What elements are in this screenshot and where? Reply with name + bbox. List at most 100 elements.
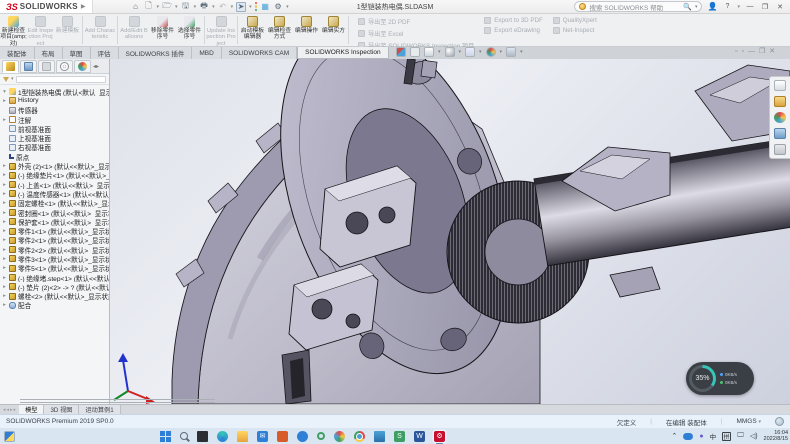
search-icon[interactable]: 🔍 [683, 3, 692, 11]
home-icon[interactable]: ⌂ [131, 2, 141, 12]
doc-restore-button[interactable]: ❐ [759, 47, 765, 55]
zoom-fit-icon[interactable] [410, 47, 420, 57]
ime-mode-icon[interactable]: 拼 [722, 432, 731, 441]
doc-minimize-button[interactable]: — [748, 48, 755, 55]
save-caret-icon[interactable]: ▾ [194, 4, 197, 10]
task-view-icon[interactable] [197, 431, 208, 442]
appearance-caret-icon[interactable]: ▾ [500, 49, 503, 55]
tree-item[interactable]: ▸(-) 垫片 (2)<2> -> ? (默认<<默认>_ [2, 282, 109, 291]
tree-item[interactable]: ▸History [2, 96, 109, 105]
mail-icon[interactable]: ✉ [257, 431, 268, 442]
expand-icon[interactable]: ▸ [2, 293, 7, 299]
select-balloons-button[interactable]: 选择零件序号 [176, 15, 203, 41]
tab-solidworks-cam[interactable]: SOLIDWORKS CAM [222, 47, 297, 59]
expand-icon[interactable]: ▸ [2, 265, 7, 271]
start-button[interactable] [160, 431, 171, 442]
tab-motion-study-1[interactable]: 运动算例1 [79, 405, 120, 414]
tree-item[interactable]: ▸固定螺栓<1> (默认<<默认>_显示状 [2, 199, 109, 208]
apply-scene-icon[interactable] [506, 47, 516, 57]
app-green-ring-icon[interactable] [317, 432, 325, 440]
expand-icon[interactable]: ▸ [2, 247, 7, 253]
expand-icon[interactable]: ▸ [2, 98, 7, 104]
section-view-icon[interactable] [396, 47, 406, 57]
edit-specs-button[interactable]: 编辑实方 [320, 15, 347, 34]
cad-model[interactable] [110, 59, 790, 404]
filter-input[interactable] [16, 76, 106, 83]
design-library-icon[interactable] [774, 96, 786, 107]
expand-icon[interactable]: ▸ [2, 284, 7, 290]
filter-caret-icon[interactable]: ▾ [11, 76, 14, 82]
tab-dimxpert[interactable] [56, 60, 73, 73]
units-selector[interactable]: MMGS ▾ [736, 418, 761, 425]
tree-item[interactable]: 前视基准面 [2, 124, 109, 133]
view-palette-icon[interactable] [774, 128, 786, 139]
expand-icon[interactable]: ▸ [2, 256, 7, 262]
display-style-icon[interactable] [445, 47, 455, 57]
edit-operations-button[interactable]: 编辑操作 [293, 15, 320, 34]
doc-close-button[interactable]: ✕ [769, 47, 775, 55]
units-caret-icon[interactable]: ▾ [758, 419, 761, 425]
tree-item[interactable]: ▸(-) 上盖<1> (默认<<默认>_显示状态 [2, 180, 109, 189]
tree-item[interactable]: 右视基准面 [2, 143, 109, 152]
app-colored-circle-icon[interactable] [334, 431, 345, 442]
doc-tile-icon[interactable]: ▫ [741, 48, 743, 55]
select-caret-icon[interactable]: ▾ [249, 4, 252, 10]
pane-splitter[interactable] [20, 399, 215, 403]
display-style-caret-icon[interactable]: ▾ [459, 49, 462, 55]
print-caret-icon[interactable]: ▾ [212, 4, 215, 10]
file-explorer-icon[interactable] [237, 431, 248, 442]
search-input[interactable]: 搜索 SOLIDWORKS 帮助 [589, 2, 663, 12]
appearances-scenes-icon[interactable] [774, 112, 786, 123]
user-account-icon[interactable]: 👤 [707, 2, 717, 12]
select-tool-icon[interactable]: ➤ [236, 2, 246, 12]
close-button[interactable]: ✕ [775, 3, 785, 11]
edge-browser-icon[interactable] [217, 431, 228, 442]
ime-language[interactable]: 中 [710, 431, 717, 441]
expand-icon[interactable]: ▸ [2, 237, 7, 243]
tree-root[interactable]: ▾1型铠装热电偶 (默认<默认_显示状态-1> [2, 87, 109, 96]
tree-item[interactable]: ▸零件2<1> (默认<<默认>_显示状态 [2, 236, 109, 245]
display-tray-icon[interactable]: 🖵 [737, 432, 744, 440]
globe-icon[interactable] [775, 417, 784, 426]
tree-item[interactable]: ▸螺栓<2> (默认<<默认>_显示状态 [2, 292, 109, 301]
wps-icon[interactable]: S [394, 431, 405, 442]
rebuild-icon[interactable] [255, 2, 258, 12]
menu-expand-icon[interactable]: ▶ [81, 3, 86, 10]
search-box[interactable]: 搜索 SOLIDWORKS 帮助 🔍 ▾ [574, 1, 702, 12]
taskbar-search-icon[interactable] [180, 432, 188, 440]
expand-icon[interactable]: ▾ [2, 89, 7, 95]
tab-solidworks-inspection[interactable]: SOLIDWORKS Inspection [297, 47, 389, 59]
app-blue-circle-icon[interactable] [297, 431, 308, 442]
solidworks-logo[interactable]: ЗS SOLIDWORKS ▶ [0, 0, 93, 13]
tab-layout[interactable]: 布局 [35, 47, 63, 59]
tab-scroll-arrows[interactable]: ◂◂▸▸ [0, 405, 19, 414]
doc-pin-icon[interactable]: ▫ [735, 48, 737, 55]
new-caret-icon[interactable]: ▾ [157, 4, 160, 10]
taskpane-home-icon[interactable] [774, 80, 786, 91]
expand-icon[interactable]: ▸ [2, 219, 7, 225]
tree-item[interactable]: 原点 [2, 152, 109, 161]
onedrive-icon[interactable] [683, 433, 693, 440]
tree-item[interactable]: ▸(-) 绝缘堵.step<1> (默认<<默认>_ [2, 273, 109, 282]
search-scope-icon[interactable] [579, 3, 586, 10]
app-book-icon[interactable] [374, 431, 385, 442]
search-caret-icon[interactable]: ▾ [695, 4, 698, 10]
expand-icon[interactable]: ▸ [2, 275, 7, 281]
tree-item[interactable]: ▸注解 [2, 115, 109, 124]
expand-icon[interactable]: ▸ [2, 117, 7, 123]
edit-inspection-methods-button[interactable]: 编辑检查方式 [266, 15, 293, 41]
launch-template-editor-button[interactable]: 启动模板编辑器 [239, 15, 266, 41]
file-properties-icon[interactable]: ▦ [260, 2, 270, 12]
taskbar-clock[interactable]: 16:04 2022/8/15 [764, 430, 788, 443]
expand-icon[interactable]: ▸ [2, 172, 7, 178]
expand-icon[interactable]: ▸ [2, 302, 7, 308]
tab-evaluate[interactable]: 评估 [91, 47, 119, 59]
expand-icon[interactable]: ▸ [2, 210, 7, 216]
tree-item[interactable]: ▸保护套<1> (默认<<默认>_显示状态 [2, 217, 109, 226]
tab-configuration-manager[interactable] [38, 60, 55, 73]
print-icon[interactable]: 🖶 [199, 2, 209, 12]
expand-icon[interactable]: ▸ [2, 182, 7, 188]
help-caret-icon[interactable]: ▾ [737, 4, 740, 10]
remove-balloons-button[interactable]: 移除零件序号 [149, 15, 176, 41]
open-icon[interactable]: 🗁 [162, 2, 172, 12]
